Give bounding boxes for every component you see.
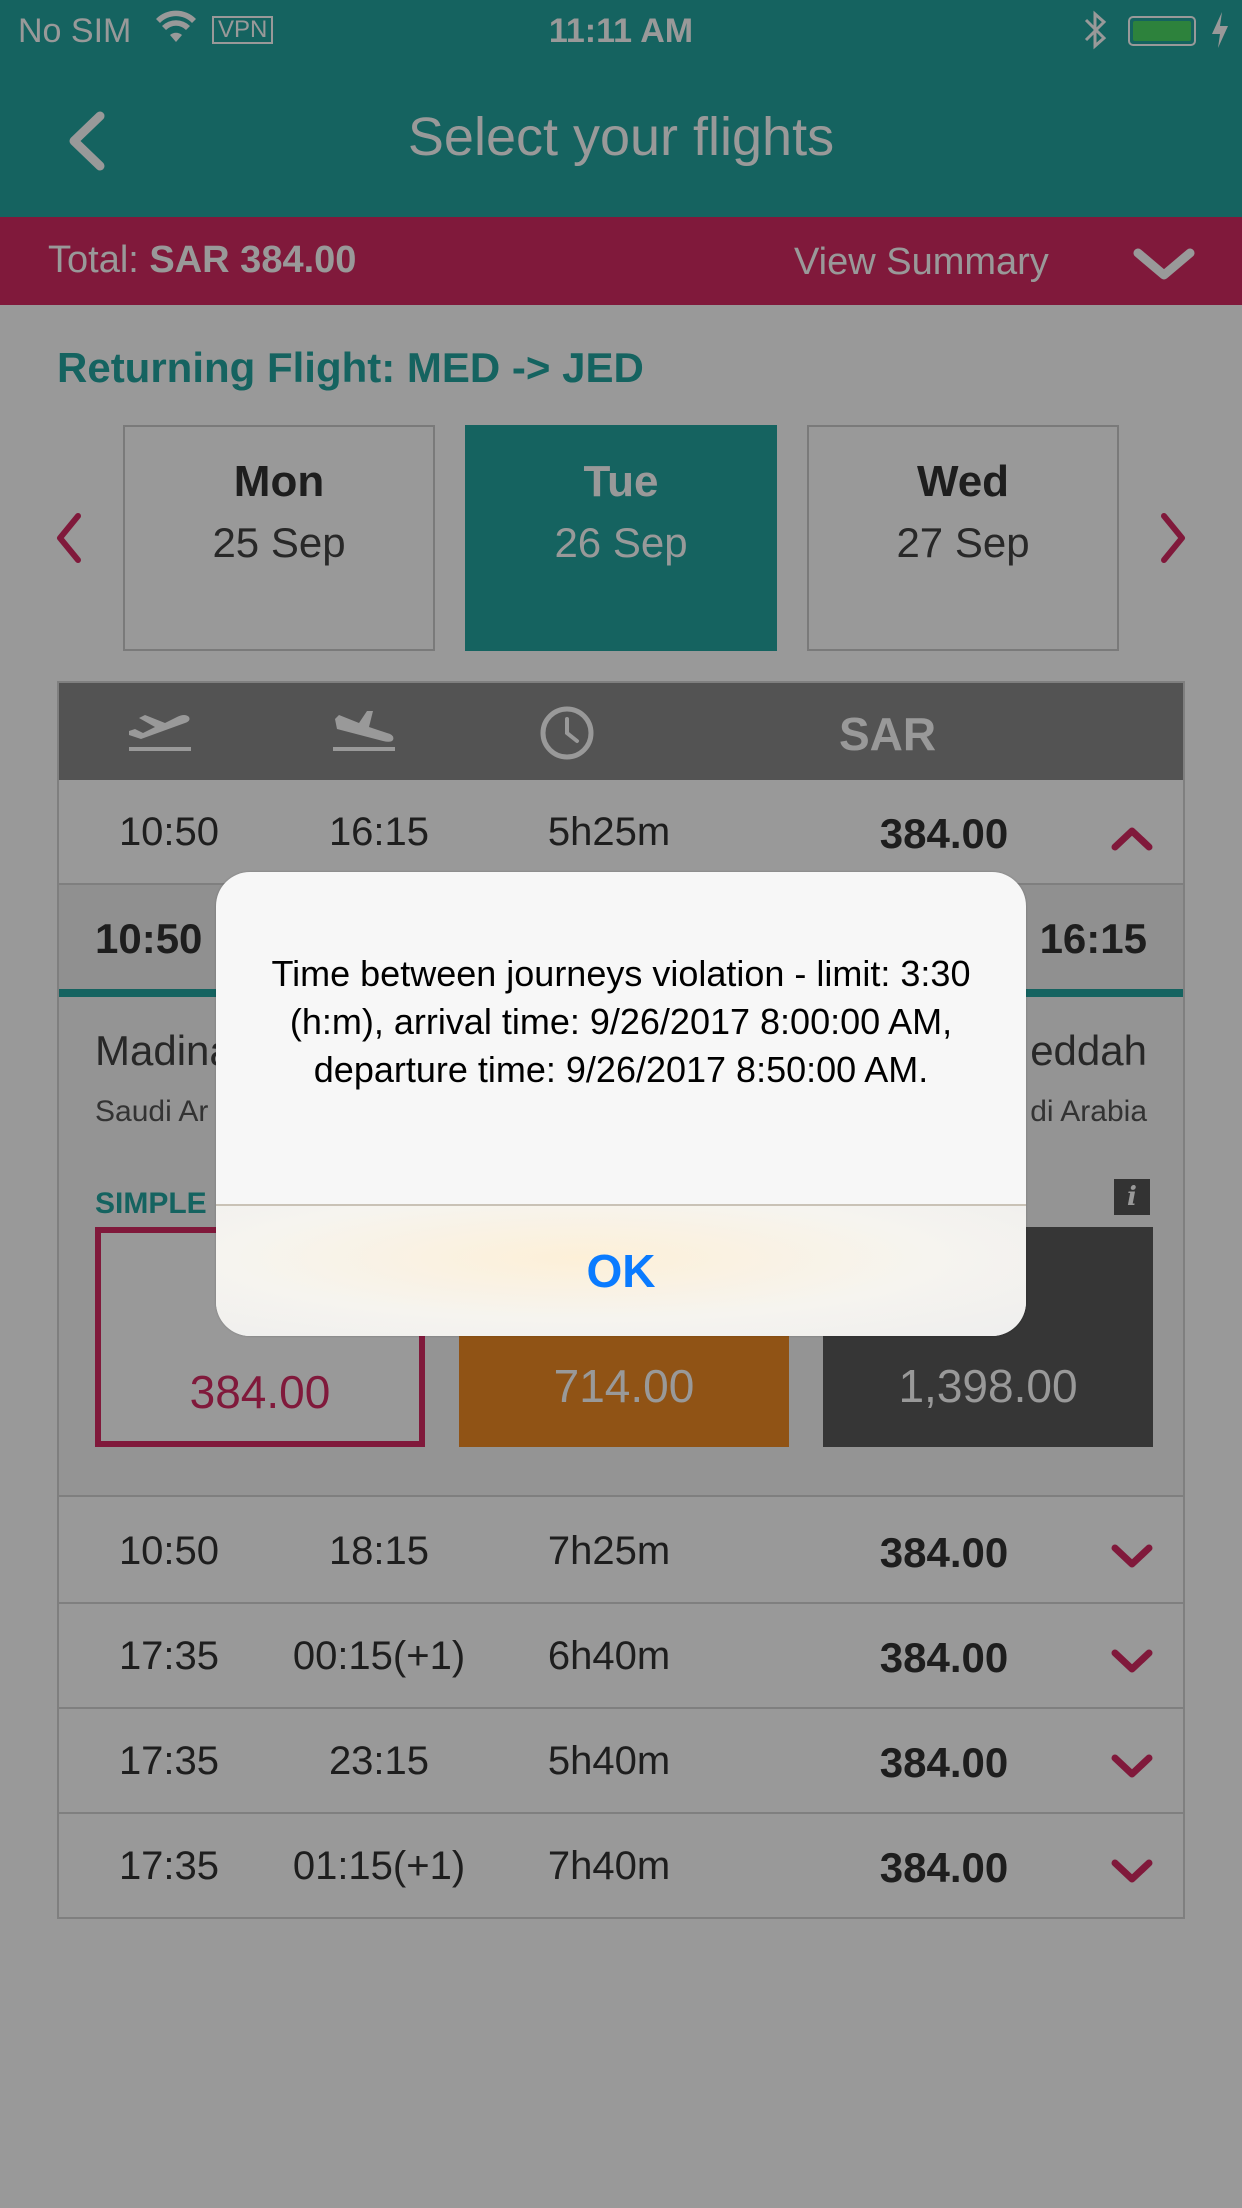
alert-dialog: Time between journeys violation - limit:… — [216, 872, 1026, 1336]
alert-message: Time between journeys violation - limit:… — [271, 953, 971, 1090]
alert-ok-button[interactable]: OK — [216, 1206, 1026, 1336]
